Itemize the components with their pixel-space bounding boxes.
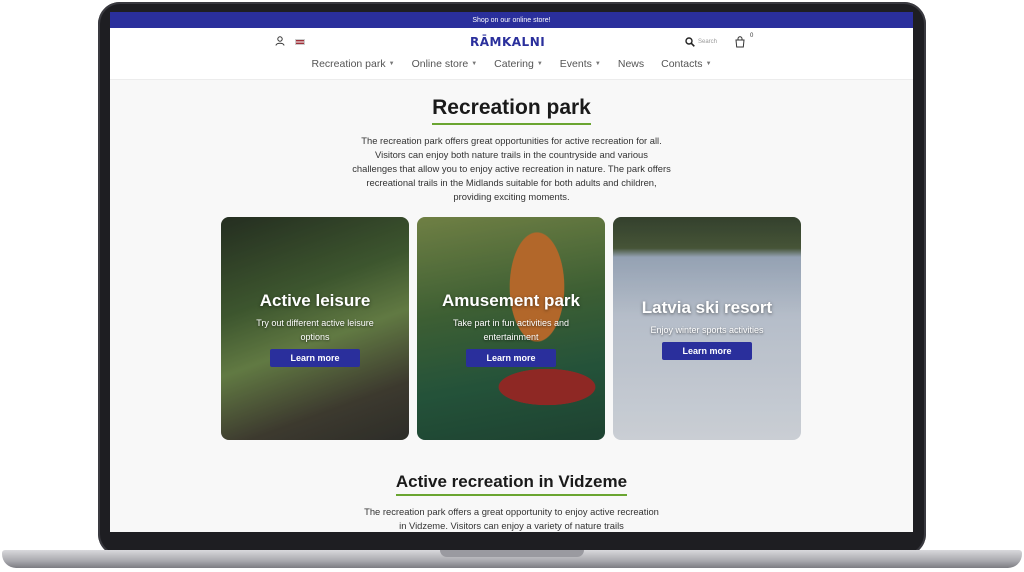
section-title-underline xyxy=(395,494,628,496)
card-body: Amusement park Take part in fun activiti… xyxy=(417,291,605,367)
card-body: Latvia ski resort Enjoy winter sports ac… xyxy=(613,298,801,360)
site-header: RĀMKALNI Search 0 Recreation park ▼ Onli… xyxy=(110,28,913,80)
search-icon xyxy=(685,37,695,47)
nav-item-recreation-park[interactable]: Recreation park ▼ xyxy=(311,58,394,70)
section-title-wrap: Active recreation in Vidzeme xyxy=(395,472,628,496)
user-icon[interactable] xyxy=(275,36,285,46)
nav-item-online-store[interactable]: Online store ▼ xyxy=(412,58,478,70)
nav-item-label: Online store xyxy=(411,58,469,70)
section-active-recreation: Active recreation in Vidzeme The recreat… xyxy=(110,472,913,532)
main-nav: Recreation park ▼ Online store ▼ Caterin… xyxy=(110,58,913,70)
nav-item-label: Recreation park xyxy=(311,58,386,70)
section-title: Active recreation in Vidzeme xyxy=(395,472,628,491)
page-title: Recreation park xyxy=(432,96,591,119)
latvia-flag-icon[interactable] xyxy=(295,39,305,45)
search-button[interactable]: Search xyxy=(685,37,717,47)
learn-more-button[interactable]: Learn more xyxy=(662,342,752,360)
search-label: Search xyxy=(698,39,718,45)
chevron-down-icon: ▼ xyxy=(471,61,478,67)
title-underline xyxy=(432,123,591,125)
cart-count: 0 xyxy=(750,33,754,39)
feature-cards: Active leisure Try out different active … xyxy=(221,217,801,440)
card-subtitle: Enjoy winter sports activities xyxy=(650,325,764,335)
announcement-text[interactable]: Shop on our online store! xyxy=(472,17,550,24)
site-logo[interactable]: RĀMKALNI xyxy=(470,35,545,49)
nav-item-label: News xyxy=(617,58,645,70)
card-body: Active leisure Try out different active … xyxy=(221,291,409,367)
nav-item-label: Contacts xyxy=(661,58,703,70)
nav-item-news[interactable]: News xyxy=(618,58,644,70)
nav-item-catering[interactable]: Catering ▼ xyxy=(494,58,543,70)
browser-screen: Shop on our online store! RĀMKALNI Searc… xyxy=(110,12,913,532)
main-content: Recreation park The recreation park offe… xyxy=(110,80,913,204)
card-active-leisure[interactable]: Active leisure Try out different active … xyxy=(221,217,409,440)
chevron-down-icon: ▼ xyxy=(388,61,395,67)
chevron-down-icon: ▼ xyxy=(705,61,712,67)
card-title: Amusement park xyxy=(442,291,580,310)
page-title-wrap: Recreation park xyxy=(432,96,591,125)
learn-more-button[interactable]: Learn more xyxy=(466,349,556,367)
nav-item-contacts[interactable]: Contacts ▼ xyxy=(661,58,711,70)
nav-item-label: Events xyxy=(559,58,592,70)
learn-more-button[interactable]: Learn more xyxy=(270,349,360,367)
section-paragraph: The recreation park offers a great oppor… xyxy=(364,506,659,531)
announcement-bar[interactable]: Shop on our online store! xyxy=(110,12,913,28)
cart-icon[interactable] xyxy=(734,36,746,48)
nav-item-events[interactable]: Events ▼ xyxy=(560,58,601,70)
nav-item-label: Catering xyxy=(494,58,534,70)
chevron-down-icon: ▼ xyxy=(536,61,543,67)
card-ski-resort[interactable]: Latvia ski resort Enjoy winter sports ac… xyxy=(613,217,801,440)
card-title: Active leisure xyxy=(259,291,371,310)
card-amusement-park[interactable]: Amusement park Take part in fun activiti… xyxy=(417,217,605,440)
card-title: Latvia ski resort xyxy=(641,298,773,317)
chevron-down-icon: ▼ xyxy=(594,61,601,67)
card-subtitle: Take part in fun activities and entertai… xyxy=(452,318,570,342)
intro-paragraph: The recreation park offers great opportu… xyxy=(352,135,671,203)
card-subtitle: Try out different active leisure options xyxy=(256,318,374,342)
laptop-base-notch xyxy=(440,550,584,557)
